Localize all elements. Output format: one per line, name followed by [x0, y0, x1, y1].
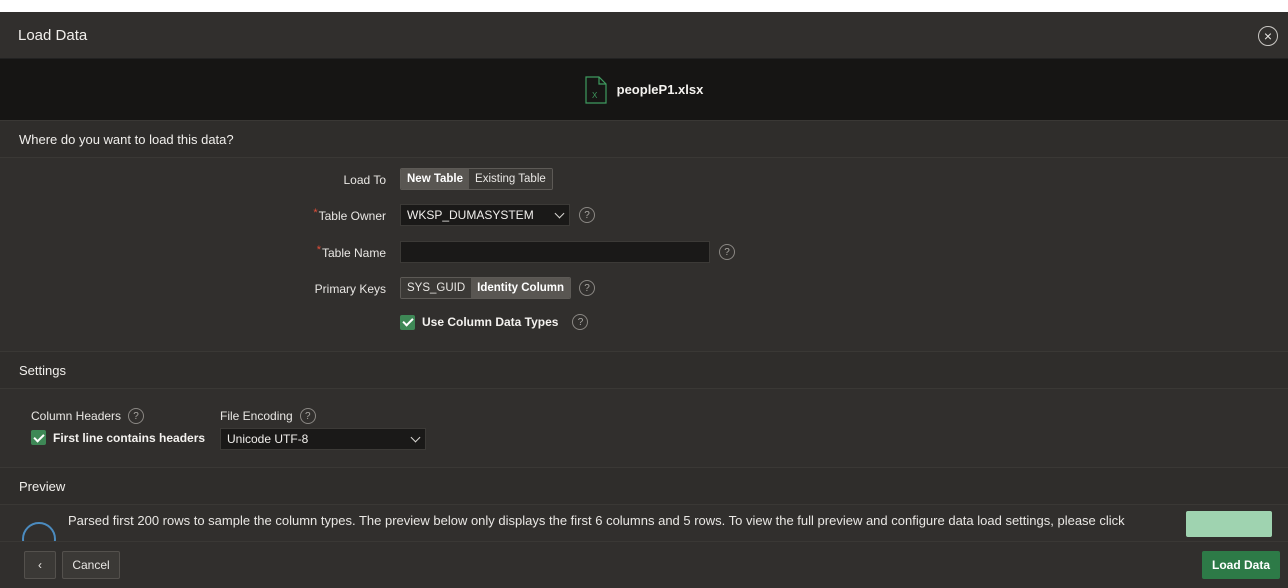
table-name-input[interactable]	[400, 241, 710, 263]
file-encoding-value: Unicode UTF-8	[227, 432, 309, 446]
help-icon[interactable]: ?	[128, 408, 145, 424]
load-to-existing-table[interactable]: Existing Table	[469, 169, 552, 189]
first-line-headers-checkbox[interactable]	[31, 430, 46, 445]
required-mark: *	[313, 207, 318, 219]
use-column-data-types-label: Use Column Data Types	[422, 315, 559, 329]
help-icon[interactable]: ?	[579, 280, 596, 296]
primary-keys-toggle: SYS_GUID Identity Column	[400, 277, 572, 299]
settings-section-heading: Settings	[0, 351, 1288, 389]
top-strip	[0, 0, 1288, 12]
chevron-down-icon	[554, 208, 565, 218]
first-line-headers-label: First line contains headers	[53, 430, 206, 445]
primary-keys-identity-column[interactable]: Identity Column	[471, 278, 571, 298]
file-encoding-select[interactable]: Unicode UTF-8	[220, 428, 426, 450]
table-owner-value: WKSP_DUMASYSTEM	[407, 208, 534, 222]
settings-section: Column Headers ? First line contains hea…	[0, 389, 1288, 467]
help-icon[interactable]: ?	[299, 408, 316, 424]
preview-message: Parsed first 200 rows to sample the colu…	[68, 513, 1125, 528]
column-headers-label: Column Headers	[31, 409, 122, 423]
help-icon[interactable]: ?	[579, 207, 595, 223]
use-column-data-types-checkbox[interactable]	[400, 314, 415, 330]
preview-section-heading: Preview	[0, 467, 1288, 505]
svg-text:X: X	[592, 91, 598, 100]
load-to-label: Load To	[343, 173, 387, 187]
chevron-down-icon	[410, 432, 421, 442]
preview-section: Parsed first 200 rows to sample the colu…	[0, 505, 1288, 541]
help-icon[interactable]: ?	[572, 314, 589, 330]
cancel-button[interactable]: Cancel	[62, 551, 120, 579]
back-button[interactable]: ‹	[24, 551, 56, 579]
load-to-new-table[interactable]: New Table	[401, 169, 470, 189]
table-owner-label: *Table Owner	[186, 207, 386, 223]
table-name-label: *Table Name	[186, 244, 386, 260]
configure-button[interactable]	[1186, 511, 1272, 537]
dialog-footer: ‹ Cancel Load Data	[0, 541, 1288, 588]
primary-keys-label: Primary Keys	[314, 282, 386, 296]
load-section-heading: Where do you want to load this data?	[0, 120, 1288, 158]
dialog-title: Load Data	[18, 26, 88, 44]
table-owner-select[interactable]: WKSP_DUMASYSTEM	[400, 204, 570, 226]
primary-keys-sys-guid[interactable]: SYS_GUID	[401, 278, 472, 298]
table-owner-label-text: Table Owner	[318, 209, 386, 223]
table-name-label-text: Table Name	[321, 246, 386, 260]
dialog-titlebar: Load Data	[0, 12, 1288, 59]
close-icon[interactable]: ×	[1258, 26, 1278, 46]
load-data-button[interactable]: Load Data	[1202, 551, 1280, 579]
file-encoding-label: File Encoding	[220, 409, 293, 423]
help-icon[interactable]: ?	[719, 244, 735, 260]
load-to-toggle: New Table Existing Table	[400, 168, 553, 190]
info-icon	[22, 522, 56, 541]
excel-file-icon: X	[585, 75, 607, 104]
load-data-dialog: Load Data × X peopleP1.xlsx Where do you…	[0, 12, 1288, 588]
file-bar: X peopleP1.xlsx	[0, 59, 1288, 120]
load-section: Load To New Table Existing Table *Table …	[0, 158, 1288, 351]
required-mark: *	[316, 244, 321, 256]
file-name: peopleP1.xlsx	[616, 82, 704, 97]
